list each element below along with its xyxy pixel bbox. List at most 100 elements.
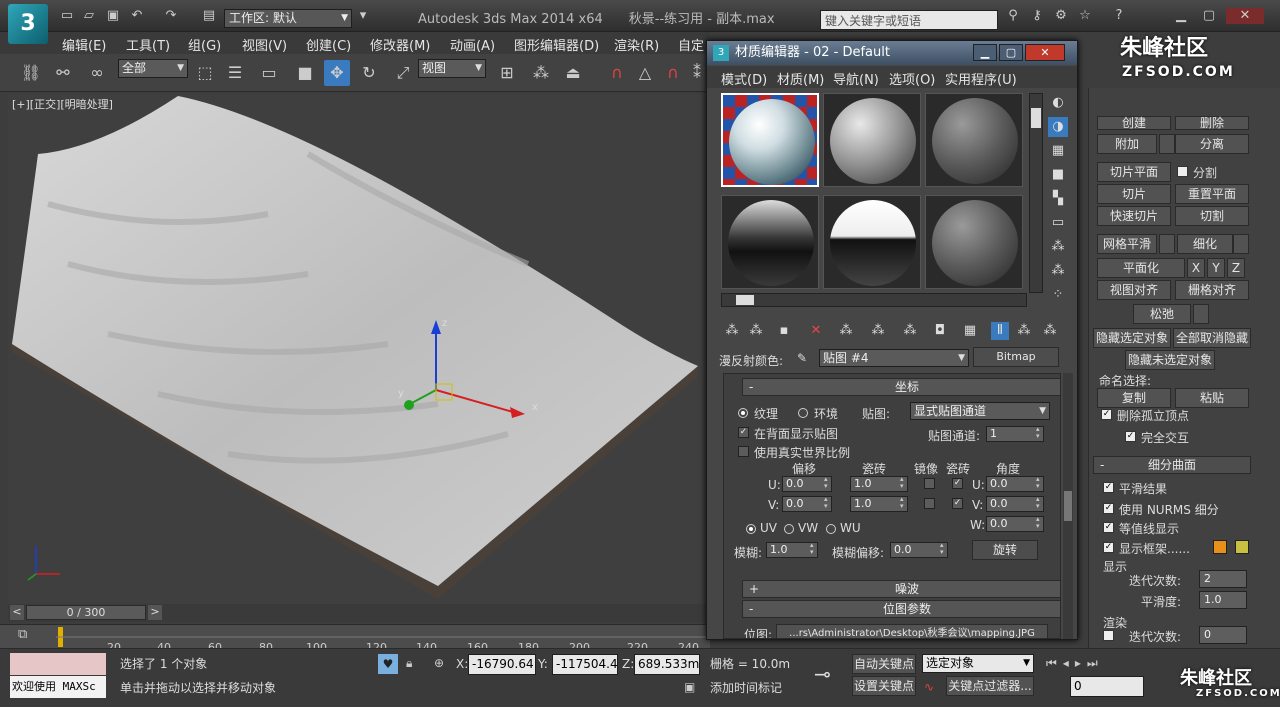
menu-graph-editors[interactable]: 图形编辑器(D) — [514, 35, 599, 54]
z-coord-field[interactable]: 689.533m — [634, 654, 700, 675]
material-id-channel-icon[interactable]: ◘ — [931, 322, 949, 340]
u-tile-checkbox[interactable]: ✓ — [952, 478, 963, 489]
tessellate-button[interactable]: 细化 — [1177, 234, 1233, 254]
go-forward-sibling-icon[interactable]: ⁂ — [1041, 322, 1059, 340]
material-slot-1[interactable] — [721, 93, 819, 187]
menu-options[interactable]: 选项(O) — [889, 69, 935, 88]
isolate-selection-icon[interactable]: ♥ — [378, 654, 398, 674]
quick-access-menu-icon[interactable]: ▾ — [354, 8, 372, 24]
menu-material[interactable]: 材质(M) — [777, 69, 824, 88]
playback-controls[interactable]: ⏮◂▸⏭ — [1046, 656, 1162, 672]
make-copy-icon[interactable]: ⁂ — [837, 322, 855, 340]
planarize-z-button[interactable]: Z — [1227, 258, 1245, 278]
save-icon[interactable]: ▣ — [104, 8, 122, 24]
maximize-icon[interactable]: ▢ — [1198, 8, 1220, 24]
texture-radio[interactable] — [738, 408, 748, 418]
key-set-dropdown[interactable]: 选定对象 ▼ — [922, 654, 1034, 673]
full-interactivity-checkbox[interactable]: ✓ — [1125, 431, 1136, 442]
slot-scroll-thumb[interactable] — [1031, 108, 1041, 128]
options-icon[interactable]: ⁂ — [1048, 237, 1068, 257]
v-offset-spinner[interactable]: 0.0 — [782, 496, 832, 512]
favorites-star-icon[interactable]: ☆ — [1076, 8, 1094, 24]
v-mirror-checkbox[interactable] — [924, 498, 935, 509]
select-manipulate-icon[interactable]: ⁂ — [528, 60, 554, 86]
smooth-result-checkbox[interactable]: ✓ — [1103, 482, 1114, 493]
unlink-icon[interactable]: ⚯ — [50, 60, 76, 86]
bind-space-warp-icon[interactable]: ∞ — [84, 60, 110, 86]
hide-selected-button[interactable]: 隐藏选定对象 — [1093, 328, 1171, 348]
bitmap-parameters-rollout[interactable]: - 位图参数 — [742, 600, 1060, 618]
remove-button[interactable]: 删除 — [1175, 116, 1249, 130]
menu-group[interactable]: 组(G) — [188, 35, 221, 54]
maxscript-listener-mini[interactable] — [10, 653, 106, 675]
redo-icon[interactable]: ↷ — [162, 8, 180, 24]
new-file-icon[interactable]: ▭ — [58, 8, 76, 24]
video-color-check-icon[interactable]: ▚ — [1048, 189, 1068, 209]
window-crossing-icon[interactable]: ■ — [292, 60, 318, 86]
auto-key-button[interactable]: 自动关键点 — [852, 654, 916, 674]
planarize-button[interactable]: 平面化 — [1097, 258, 1185, 278]
selection-filter-dropdown[interactable]: 全部 ▼ — [118, 59, 188, 78]
show-cage-checkbox[interactable]: ✓ — [1103, 542, 1114, 553]
maximize-icon[interactable]: ▢ — [999, 44, 1023, 61]
copy-button[interactable]: 复制 — [1097, 388, 1171, 408]
blur-spinner[interactable]: 1.0 — [766, 542, 818, 558]
render-iterations-spinner[interactable]: 0 — [1199, 626, 1247, 644]
v-angle-spinner[interactable]: 0.0 — [986, 496, 1044, 512]
map-name-field[interactable]: 贴图 #4 ▼ — [819, 349, 969, 367]
snaps-toggle-icon[interactable]: ∩ — [604, 60, 630, 86]
pivot-center-icon[interactable]: ⊞ — [494, 60, 520, 86]
wu-radio[interactable] — [826, 524, 836, 534]
project-folder-icon[interactable]: ▤ — [200, 8, 218, 24]
nurms-checkbox[interactable]: ✓ — [1103, 503, 1114, 514]
w-angle-spinner[interactable]: 0.0 — [986, 516, 1044, 532]
paste-button[interactable]: 粘贴 — [1175, 388, 1249, 408]
put-to-scene-icon[interactable]: ⁂ — [747, 322, 765, 340]
hide-unselected-button[interactable]: 隐藏未选定对象 — [1125, 350, 1215, 370]
selection-lock-icon[interactable]: 🔒︎ — [406, 656, 422, 672]
workspace-dropdown[interactable]: 工作区: 默认 ▼ — [224, 9, 352, 28]
unhide-all-button[interactable]: 全部取消隐藏 — [1173, 328, 1251, 348]
environ-radio[interactable] — [798, 408, 808, 418]
key-icon[interactable]: ⚷ — [1028, 8, 1046, 24]
key-filter-icon[interactable]: ∿ — [924, 680, 944, 696]
select-and-rotate-icon[interactable]: ↻ — [356, 60, 382, 86]
parameters-scroll-thumb[interactable] — [1064, 491, 1072, 521]
curve-editor-icon[interactable]: ⧉ — [18, 627, 38, 645]
map-channel-spinner[interactable]: 1 — [986, 426, 1044, 442]
material-slot-5[interactable] — [823, 195, 921, 289]
background-checker-icon[interactable]: ▦ — [1048, 141, 1068, 161]
material-editor-titlebar[interactable]: 3 材质编辑器 - 02 - Default ▁ ▢ ✕ — [707, 41, 1077, 65]
menu-utilities[interactable]: 实用程序(U) — [945, 69, 1017, 88]
go-to-parent-icon[interactable]: ⁂ — [1015, 322, 1033, 340]
menu-customize[interactable]: 自定 — [678, 35, 704, 54]
make-preview-icon[interactable]: ▭ — [1048, 213, 1068, 233]
open-file-icon[interactable]: ▱ — [80, 8, 98, 24]
menu-views[interactable]: 视图(V) — [242, 35, 287, 54]
material-slot-4[interactable] — [721, 195, 819, 289]
material-slot-3[interactable] — [925, 93, 1023, 187]
menu-edit[interactable]: 编辑(E) — [62, 35, 106, 54]
get-material-icon[interactable]: ⁂ — [723, 322, 741, 340]
app-logo-icon[interactable]: 3 — [8, 4, 48, 44]
grid-align-button[interactable]: 栅格对齐 — [1175, 280, 1249, 300]
perspective-viewport[interactable]: z x y — [8, 94, 708, 604]
slot-horizontal-scrollbar[interactable] — [721, 293, 1027, 307]
u-angle-spinner[interactable]: 0.0 — [986, 476, 1044, 492]
link-icon[interactable]: ⛓ — [18, 60, 44, 86]
subdivision-rollout[interactable]: - 细分曲面 — [1093, 456, 1251, 474]
absolute-mode-icon[interactable]: ⊕ — [434, 656, 450, 672]
select-by-name-icon[interactable]: ☰ — [222, 60, 248, 86]
minimize-icon[interactable]: ▁ — [973, 44, 997, 61]
prev-frame-button[interactable]: < — [10, 605, 24, 620]
close-icon[interactable]: ✕ — [1025, 44, 1065, 61]
key-mode-icon[interactable]: ⊸ — [814, 662, 844, 690]
relax-settings-button[interactable] — [1193, 304, 1209, 324]
v-tiling-spinner[interactable]: 1.0 — [850, 496, 908, 512]
menu-tools[interactable]: 工具(T) — [126, 35, 170, 54]
percent-snap-icon[interactable]: ∩ — [660, 60, 686, 86]
reset-plane-button[interactable]: 重置平面 — [1175, 184, 1249, 204]
show-map-in-viewport-icon[interactable]: ▦ — [961, 322, 979, 340]
mapping-dropdown[interactable]: 显式贴图通道 ▼ — [910, 402, 1050, 420]
cloth-mesh[interactable] — [12, 96, 698, 586]
